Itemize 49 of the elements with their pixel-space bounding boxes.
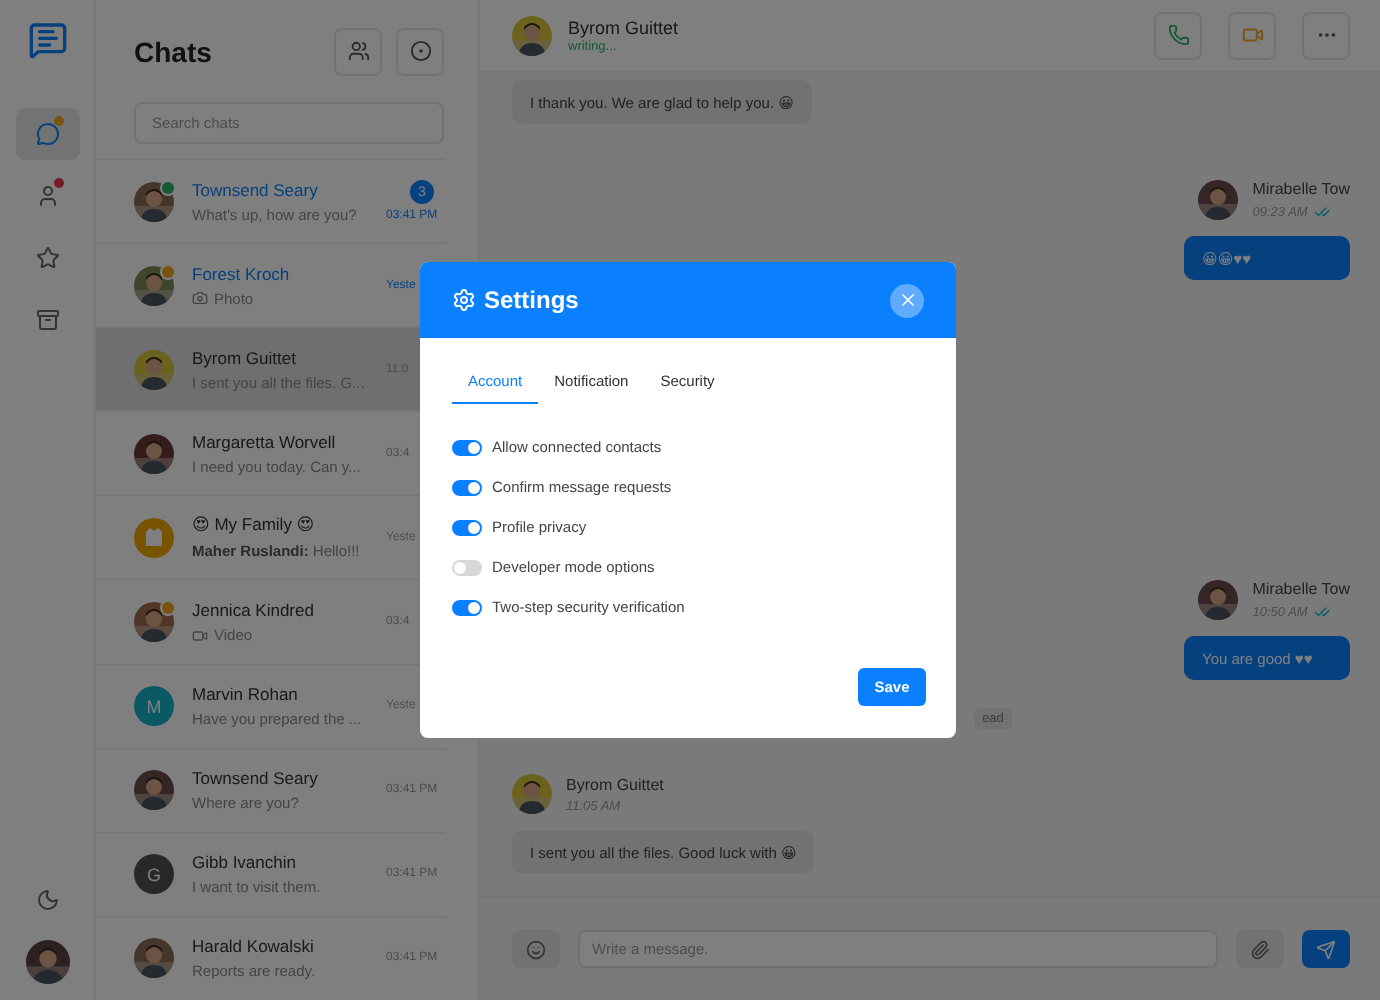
contact-name: Jennica Kindred	[192, 600, 316, 621]
toggle-switch[interactable]	[452, 599, 482, 615]
chats-title: Chats	[134, 35, 214, 68]
call-button[interactable]	[1154, 11, 1202, 59]
toggle-switch[interactable]	[452, 439, 482, 455]
contact-name: Townsend Seary	[192, 768, 320, 789]
new-chat-button[interactable]	[396, 27, 444, 76]
contact-name: Gibb Ivanchin	[192, 852, 298, 873]
close-button[interactable]	[890, 283, 924, 317]
smile-icon	[526, 939, 546, 959]
contact-name: Townsend Seary	[192, 179, 320, 200]
users-icon	[347, 40, 369, 63]
contact-name: 😍 My Family 😍	[192, 514, 317, 537]
video-camera-icon	[1241, 24, 1263, 46]
new-group-button[interactable]	[334, 27, 382, 76]
moon-icon[interactable]	[35, 888, 59, 912]
sender-name: Byrom Guittet	[566, 775, 664, 793]
sender-name: Mirabelle Tow	[1252, 580, 1350, 598]
letter-avatar: G	[134, 854, 174, 895]
attach-button[interactable]	[1236, 930, 1284, 968]
camera-icon	[192, 290, 208, 307]
circle-dot-icon	[409, 40, 431, 63]
contact-name: Marvin Rohan	[192, 684, 300, 705]
video-camera-icon	[192, 627, 208, 644]
settings-icon	[452, 288, 476, 312]
contact-name: Margaretta Worvell	[192, 431, 338, 452]
contact-name: Forest Kroch	[192, 263, 292, 284]
toggle-switch[interactable]	[452, 519, 482, 535]
paperclip-icon	[1250, 939, 1270, 959]
nav-button[interactable]	[15, 108, 79, 160]
star-icon	[35, 246, 59, 270]
archive-icon	[35, 308, 59, 332]
dialog-title: Settings	[484, 286, 581, 314]
contact-name: Byrom Guittet	[192, 347, 298, 368]
chats-icon	[35, 122, 59, 146]
sender-name: Mirabelle Tow	[1252, 180, 1350, 198]
send-icon	[1316, 939, 1336, 959]
contact-name: Harald Kowalski	[192, 936, 316, 957]
send-button[interactable]	[1302, 930, 1350, 968]
phone-icon	[1167, 24, 1189, 46]
toggle-switch[interactable]	[452, 479, 482, 495]
letter-avatar: M	[134, 686, 174, 727]
video-call-button[interactable]	[1228, 11, 1276, 59]
close-icon	[897, 290, 917, 310]
app-logo-icon	[27, 20, 67, 60]
emoji-button[interactable]	[512, 930, 560, 968]
toggle-switch[interactable]	[452, 559, 482, 575]
user-icon	[35, 184, 59, 208]
contact-name: Byrom Guittet	[568, 17, 681, 37]
